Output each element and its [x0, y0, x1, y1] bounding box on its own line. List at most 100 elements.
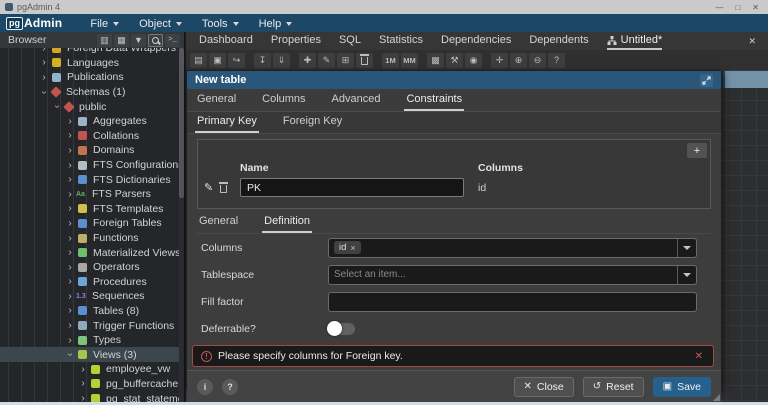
tab-statistics[interactable]: Statistics: [379, 32, 423, 50]
expand-arrow-icon[interactable]: ›: [66, 203, 74, 214]
delete-row-icon[interactable]: [220, 185, 227, 193]
tab-dependencies[interactable]: Dependencies: [441, 32, 511, 50]
expand-arrow-icon[interactable]: ›: [66, 218, 74, 229]
tree-item-fts-parsers[interactable]: ›AaFTS Parsers: [0, 187, 184, 202]
expand-arrow-icon[interactable]: ›: [66, 247, 74, 258]
expand-arrow-icon[interactable]: ›: [66, 233, 74, 244]
maximize-icon[interactable]: □: [735, 3, 740, 12]
columns-dropdown[interactable]: [677, 239, 696, 257]
expand-arrow-icon[interactable]: ›: [66, 130, 74, 141]
deferrable-toggle[interactable]: [328, 323, 355, 335]
tree-item-employee-vw[interactable]: ›employee_vw: [0, 362, 184, 377]
tree-item-views-3-[interactable]: ›Views (3): [0, 347, 184, 362]
tree-item-types[interactable]: ›Types: [0, 333, 184, 348]
psql-console-icon[interactable]: >_: [165, 34, 180, 47]
dialog-help-button[interactable]: ?: [222, 379, 238, 395]
open-project-icon[interactable]: ▤: [190, 53, 207, 68]
constraint-name-input[interactable]: [240, 178, 464, 197]
edit-table-icon[interactable]: ✎: [318, 53, 335, 68]
sql-info-button[interactable]: i: [197, 379, 213, 395]
clone-table-icon[interactable]: ⊞: [337, 53, 354, 68]
add-note-icon[interactable]: ▩: [427, 53, 444, 68]
dialog-resize-handle[interactable]: [713, 394, 720, 401]
edit-row-icon[interactable]: ✎: [204, 181, 213, 194]
expand-arrow-icon[interactable]: ›: [66, 189, 74, 200]
drop-table-icon[interactable]: [356, 53, 373, 68]
download-image-icon[interactable]: ⇓: [273, 53, 290, 68]
minimize-icon[interactable]: —: [715, 3, 723, 12]
tree-item-foreign-tables[interactable]: ›Foreign Tables: [0, 216, 184, 231]
save-button[interactable]: ▣Save: [653, 377, 711, 397]
detail-tab-general[interactable]: General: [197, 211, 240, 233]
constraint-tab-primary-key[interactable]: Primary Key: [195, 111, 259, 133]
tree-item-operators[interactable]: ›Operators: [0, 260, 184, 275]
tree-item-pg-buffercache[interactable]: ›pg_buffercache: [0, 377, 184, 392]
tree-item-sequences[interactable]: ›1.3Sequences: [0, 289, 184, 304]
tab-dashboard[interactable]: Dashboard: [199, 32, 253, 50]
tree-scrollbar-thumb[interactable]: [179, 48, 184, 198]
reset-button[interactable]: ↺Reset: [583, 377, 644, 397]
tree-item-public[interactable]: ›public: [0, 99, 184, 114]
menu-tools[interactable]: Tools: [202, 18, 239, 30]
add-server-icon[interactable]: ▥: [97, 34, 112, 47]
filter-icon[interactable]: ▼: [131, 34, 146, 47]
search-objects-icon[interactable]: [148, 34, 163, 47]
zoom-in-icon[interactable]: ⊕: [510, 53, 527, 68]
tree-item-collations[interactable]: ›Collations: [0, 129, 184, 144]
many-to-many-link-icon[interactable]: MM: [401, 53, 418, 68]
close-button[interactable]: ✕Close: [514, 377, 574, 397]
dialog-tab-constraints[interactable]: Constraints: [404, 89, 464, 111]
expand-arrow-icon[interactable]: ›: [66, 116, 74, 127]
tab-untitled[interactable]: Untitled*: [607, 32, 663, 50]
tree-scrollbar[interactable]: [179, 48, 184, 405]
collapse-arrow-icon[interactable]: ›: [39, 88, 50, 96]
expand-arrow-icon[interactable]: ›: [66, 335, 74, 346]
tablespace-dropdown[interactable]: [677, 266, 696, 284]
download-sql-icon[interactable]: ↧: [254, 53, 271, 68]
generate-sql-icon[interactable]: ↪: [228, 53, 245, 68]
tablespace-select[interactable]: Select an item...: [328, 265, 697, 285]
tree-item-fts-configurations[interactable]: ›FTS Configurations: [0, 158, 184, 173]
tree-item-materialized-views[interactable]: ›Materialized Views: [0, 245, 184, 260]
tree-item-functions[interactable]: ›Functions: [0, 231, 184, 246]
close-panel-icon[interactable]: ✕: [744, 36, 760, 47]
expand-arrow-icon[interactable]: ›: [40, 57, 48, 68]
detail-tab-definition[interactable]: Definition: [262, 211, 312, 233]
columns-multiselect[interactable]: id ×: [328, 238, 697, 258]
expand-arrow-icon[interactable]: ›: [79, 378, 87, 389]
tree-item-schemas-1-[interactable]: ›Schemas (1): [0, 85, 184, 100]
menu-help[interactable]: Help: [259, 18, 293, 30]
help-icon[interactable]: ?: [548, 53, 565, 68]
show-details-icon[interactable]: ◉: [465, 53, 482, 68]
expand-arrow-icon[interactable]: ›: [66, 276, 74, 287]
expand-dialog-icon[interactable]: [700, 74, 713, 87]
tree-item-languages[interactable]: ›Languages: [0, 56, 184, 71]
expand-arrow-icon[interactable]: ›: [66, 320, 74, 331]
tree-item-foreign-data-wrappers[interactable]: ›Foreign Data Wrappers: [0, 48, 184, 56]
collapse-arrow-icon[interactable]: ›: [52, 103, 63, 111]
constraint-tab-foreign-key[interactable]: Foreign Key: [281, 111, 344, 133]
tab-sql[interactable]: SQL: [339, 32, 361, 50]
expand-arrow-icon[interactable]: ›: [40, 72, 48, 83]
expand-arrow-icon[interactable]: ›: [66, 291, 74, 302]
expand-arrow-icon[interactable]: ›: [66, 305, 74, 316]
erd-table-node[interactable]: [723, 71, 768, 88]
dialog-header[interactable]: New table: [187, 71, 721, 89]
dialog-tab-columns[interactable]: Columns: [260, 89, 307, 111]
tree-item-aggregates[interactable]: ›Aggregates: [0, 114, 184, 129]
expand-arrow-icon[interactable]: ›: [66, 174, 74, 185]
zoom-to-fit-icon[interactable]: ✛: [491, 53, 508, 68]
add-table-icon[interactable]: ✚: [299, 53, 316, 68]
menu-object[interactable]: Object: [139, 18, 182, 30]
tab-properties[interactable]: Properties: [271, 32, 321, 50]
dismiss-error-icon[interactable]: ✕: [693, 351, 705, 362]
tree-item-domains[interactable]: ›Domains: [0, 143, 184, 158]
collapse-arrow-icon[interactable]: ›: [65, 351, 76, 359]
tree-item-tables-8-[interactable]: ›Tables (8): [0, 304, 184, 319]
expand-arrow-icon[interactable]: ›: [40, 48, 48, 54]
tab-dependents[interactable]: Dependents: [529, 32, 588, 50]
dependencies-grid-icon[interactable]: ▦: [114, 34, 129, 47]
tree-item-fts-templates[interactable]: ›FTS Templates: [0, 202, 184, 217]
close-icon[interactable]: ✕: [752, 3, 759, 12]
auto-align-icon[interactable]: ⚒: [446, 53, 463, 68]
